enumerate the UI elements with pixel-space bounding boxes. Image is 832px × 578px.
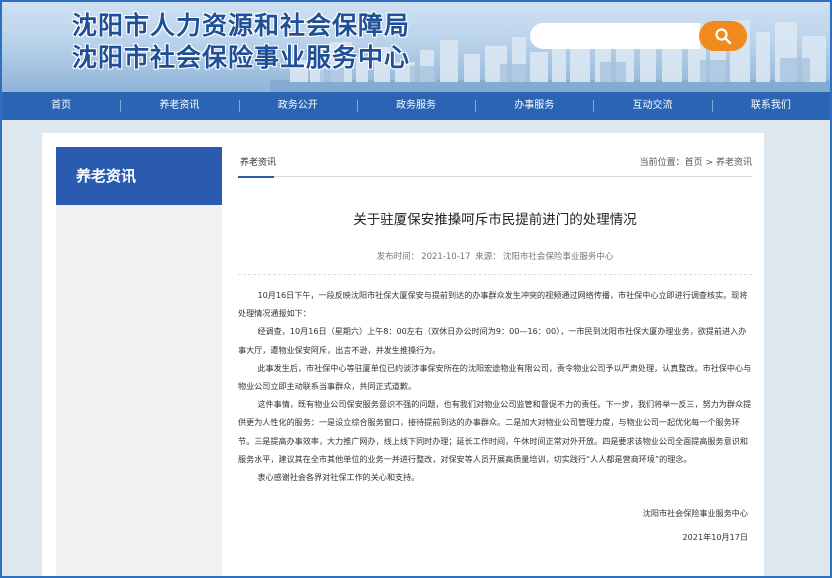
header-banner: 沈阳市人力资源和社会保障局 沈阳市社会保险事业服务中心 xyxy=(2,2,830,92)
content-panel: 养老资讯 养老资讯 当前位置：首页 > 养老资讯 关于驻厦保安推搡呵斥市民提前进… xyxy=(42,133,764,576)
article-paragraph: 衷心感谢社会各界对社保工作的关心和支持。 xyxy=(257,472,420,483)
breadcrumb-current-link[interactable]: 养老资讯 xyxy=(716,158,752,168)
main-nav: 首页 养老资讯 政务公开 政务服务 办事服务 互动交流 联系我们 xyxy=(2,92,830,120)
sidebar-title: 养老资讯 xyxy=(56,147,222,205)
nav-item-interaction[interactable]: 互动交流 xyxy=(593,92,711,120)
sidebar-body xyxy=(56,205,222,576)
site-title-line1: 沈阳市人力资源和社会保障局 xyxy=(72,11,411,40)
signature-date: 2021年10月17日 xyxy=(682,532,748,543)
nav-item-contact[interactable]: 联系我们 xyxy=(711,92,830,120)
article-title: 关于驻厦保安推搡呵斥市民提前进门的处理情况 xyxy=(353,212,637,228)
nav-separator xyxy=(238,100,240,112)
category-label: 养老资讯 xyxy=(240,158,277,168)
nav-separator xyxy=(711,100,713,112)
nav-item-gov-service[interactable]: 政务服务 xyxy=(356,92,475,120)
breadcrumb-separator: > xyxy=(705,158,714,168)
search-button[interactable] xyxy=(699,21,747,51)
page-frame: 沈阳市人力资源和社会保障局 沈阳市社会保险事业服务中心 首页 养老资讯 政务公开… xyxy=(0,0,832,578)
article-paragraph: 经调查，10月16日（星期六）上午8：00左右（双休日办公时间为9：00—16：… xyxy=(238,326,747,355)
article-paragraph: 10月16日下午，一段反映沈阳市社保大厦保安与提前到达的办事群众发生冲突的视频通… xyxy=(238,290,748,319)
nav-item-gov-affairs[interactable]: 政务公开 xyxy=(238,92,357,120)
signature-org: 沈阳市社会保险事业服务中心 xyxy=(642,508,748,519)
breadcrumb-bar: 养老资讯 当前位置：首页 > 养老资讯 xyxy=(238,147,752,178)
article-main: 养老资讯 当前位置：首页 > 养老资讯 关于驻厦保安推搡呵斥市民提前进门的处理情… xyxy=(238,147,752,546)
article-signature-block: 沈阳市社会保险事业服务中心 2021年10月17日 xyxy=(238,504,752,546)
article-body: 10月16日下午，一段反映沈阳市社保大厦保安与提前到达的办事群众发生冲突的视频通… xyxy=(238,286,752,486)
search-input[interactable] xyxy=(530,23,700,49)
nav-separator xyxy=(120,100,122,112)
nav-item-home[interactable]: 首页 xyxy=(2,92,120,120)
source-label: 来源： xyxy=(475,252,501,262)
nav-separator xyxy=(475,100,477,112)
search-icon xyxy=(715,28,732,45)
publish-date: 2021-10-17 xyxy=(421,252,471,262)
site-title: 沈阳市人力资源和社会保障局 沈阳市社会保险事业服务中心 xyxy=(72,10,410,74)
publish-label: 发布时间： xyxy=(376,252,420,262)
category-underline xyxy=(238,176,274,178)
breadcrumb-home-link[interactable]: 首页 xyxy=(685,158,703,168)
source-name: 沈阳市社会保险事业服务中心 xyxy=(502,252,614,262)
article-meta: 发布时间： 2021-10-17 来源： 沈阳市社会保险事业服务中心 xyxy=(238,250,752,275)
breadcrumb: 当前位置：首页 > 养老资讯 xyxy=(640,155,752,168)
article-paragraph: 这件事情，既有物业公司保安服务意识不强的问题，也有我们对物业公司监管和督促不力的… xyxy=(238,399,752,464)
breadcrumb-label: 当前位置： xyxy=(639,158,685,168)
nav-separator xyxy=(356,100,358,112)
nav-item-business-service[interactable]: 办事服务 xyxy=(475,92,593,120)
article-paragraph: 此事发生后，市社保中心等驻厦单位已约谈涉事保安所在的沈阳宏途物业有限公司，责令物… xyxy=(238,362,752,392)
site-title-line2: 沈阳市社会保险事业服务中心 xyxy=(72,43,411,72)
nav-item-pension-news[interactable]: 养老资讯 xyxy=(120,92,238,120)
nav-separator xyxy=(593,100,595,112)
